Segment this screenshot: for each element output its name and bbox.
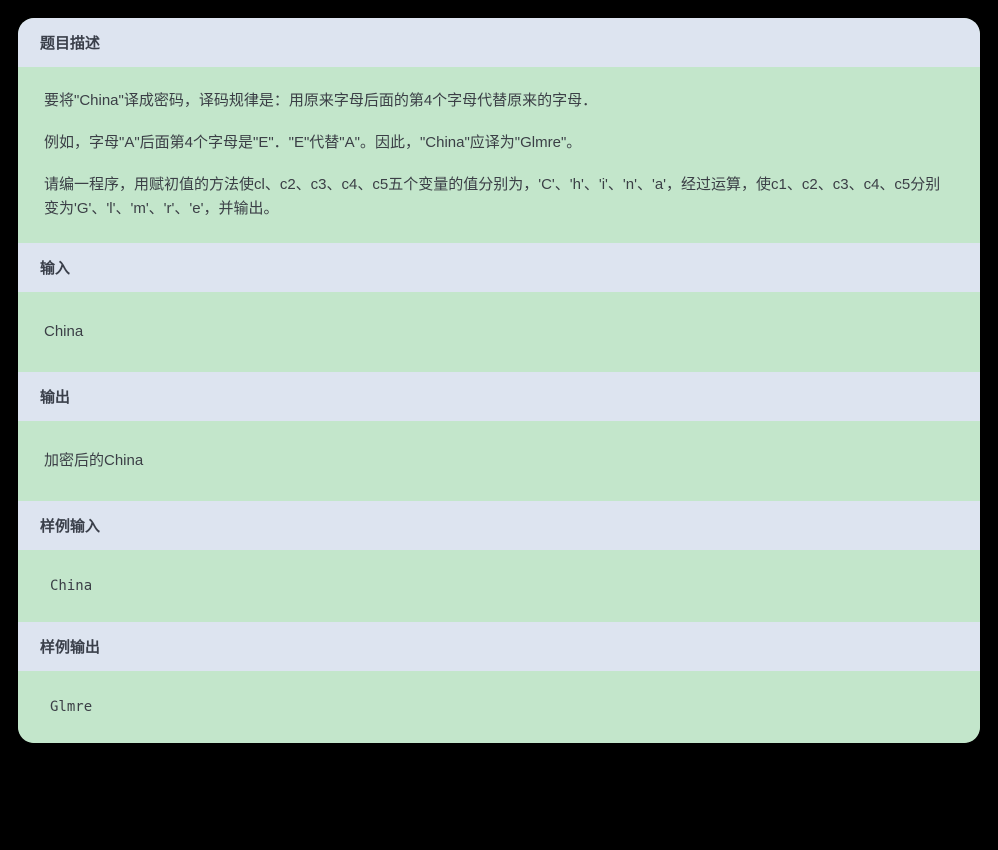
sample-input-body: China xyxy=(18,550,980,622)
output-header: 输出 xyxy=(18,372,980,421)
input-body: China xyxy=(18,292,980,372)
output-content: 加密后的China xyxy=(44,452,143,469)
description-header: 题目描述 xyxy=(18,18,980,67)
description-body: 要将"China"译成密码，译码规律是：用原来字母后面的第4个字母代替原来的字母… xyxy=(18,67,980,243)
description-p1: 要将"China"译成密码，译码规律是：用原来字母后面的第4个字母代替原来的字母… xyxy=(44,89,954,113)
description-p3: 请编一程序，用赋初值的方法使cl、c2、c3、c4、c5五个变量的值分别为，'C… xyxy=(44,173,954,221)
input-header: 输入 xyxy=(18,243,980,292)
problem-card: 题目描述 要将"China"译成密码，译码规律是：用原来字母后面的第4个字母代替… xyxy=(18,18,980,743)
sample-output-header: 样例输出 xyxy=(18,622,980,671)
sample-input-header: 样例输入 xyxy=(18,501,980,550)
description-p2: 例如，字母"A"后面第4个字母是"E"．"E"代替"A"。因此，"China"应… xyxy=(44,131,954,155)
sample-output-body: Glmre xyxy=(18,671,980,743)
output-body: 加密后的China xyxy=(18,421,980,501)
input-content: China xyxy=(44,323,83,340)
